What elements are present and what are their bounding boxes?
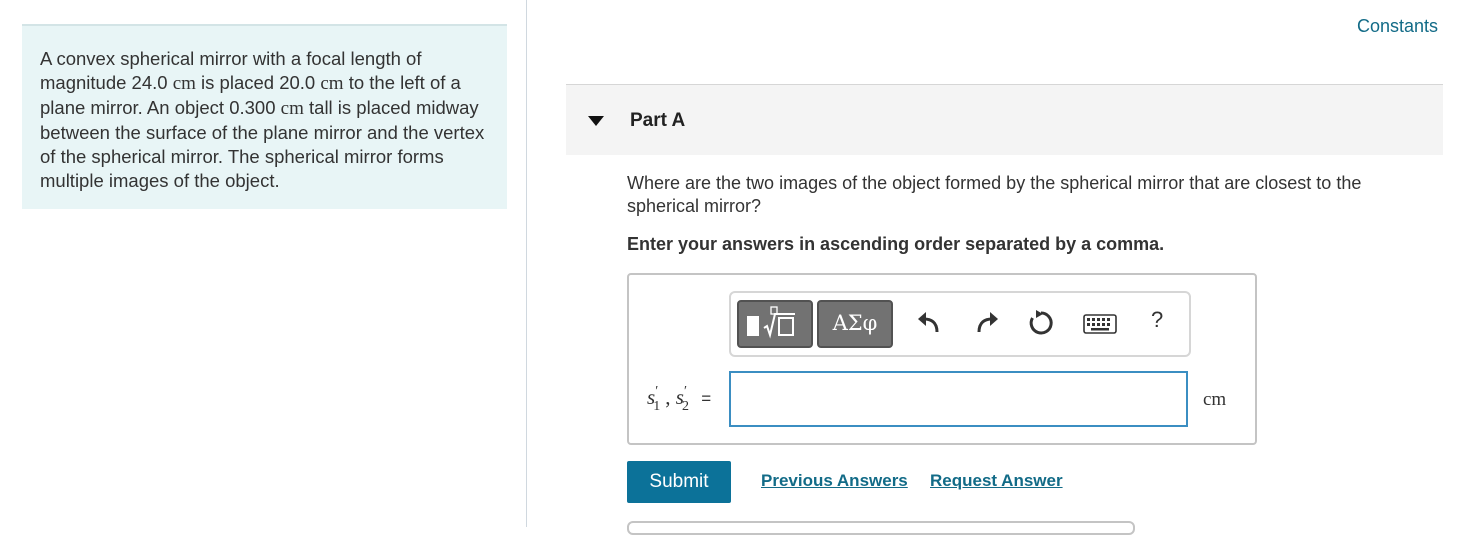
constants-link[interactable]: Constants: [1357, 16, 1438, 37]
unit-math-text: cm: [172, 73, 196, 94]
instruction-text: Enter your answers in ascending order se…: [627, 234, 1165, 254]
question-text: Where are the two images of the object f…: [627, 173, 1362, 216]
problem-statement: A convex spherical mirror with a focal l…: [40, 47, 495, 193]
greek-symbols-button[interactable]: ΑΣφ: [817, 300, 893, 348]
part-title: Part A: [630, 110, 686, 131]
math-toolbar: ΑΣφ ?: [729, 291, 1191, 357]
previous-answers-link[interactable]: Previous Answers: [761, 471, 908, 491]
problem-text-segment: is placed 20.0: [195, 72, 321, 93]
next-section-box: [627, 521, 1135, 535]
part-a-header[interactable]: Part A: [566, 85, 1443, 155]
templates-button[interactable]: [737, 300, 813, 348]
unit-label: cm: [1203, 389, 1227, 410]
templates-icon: [747, 306, 795, 339]
collapse-triangle-icon[interactable]: [588, 116, 604, 126]
column-divider: [526, 0, 527, 527]
unit-math-text: cm: [280, 98, 304, 119]
greek-symbols-label: ΑΣφ: [832, 311, 878, 335]
undo-icon[interactable]: [915, 310, 943, 336]
problem-panel: A convex spherical mirror with a focal l…: [22, 24, 507, 209]
answer-box: ΑΣφ ? s′1, s′2 = cm: [627, 273, 1257, 445]
redo-icon[interactable]: [973, 310, 1001, 336]
answer-input[interactable]: [729, 371, 1188, 427]
unit-math-text: cm: [320, 73, 344, 94]
answer-variable-label: s′1, s′2 =: [647, 384, 712, 414]
request-answer-link[interactable]: Request Answer: [930, 471, 1063, 491]
help-icon[interactable]: ?: [1151, 307, 1163, 333]
submit-button[interactable]: Submit: [627, 461, 731, 503]
reset-icon[interactable]: [1027, 309, 1055, 337]
keyboard-icon[interactable]: [1083, 314, 1117, 334]
